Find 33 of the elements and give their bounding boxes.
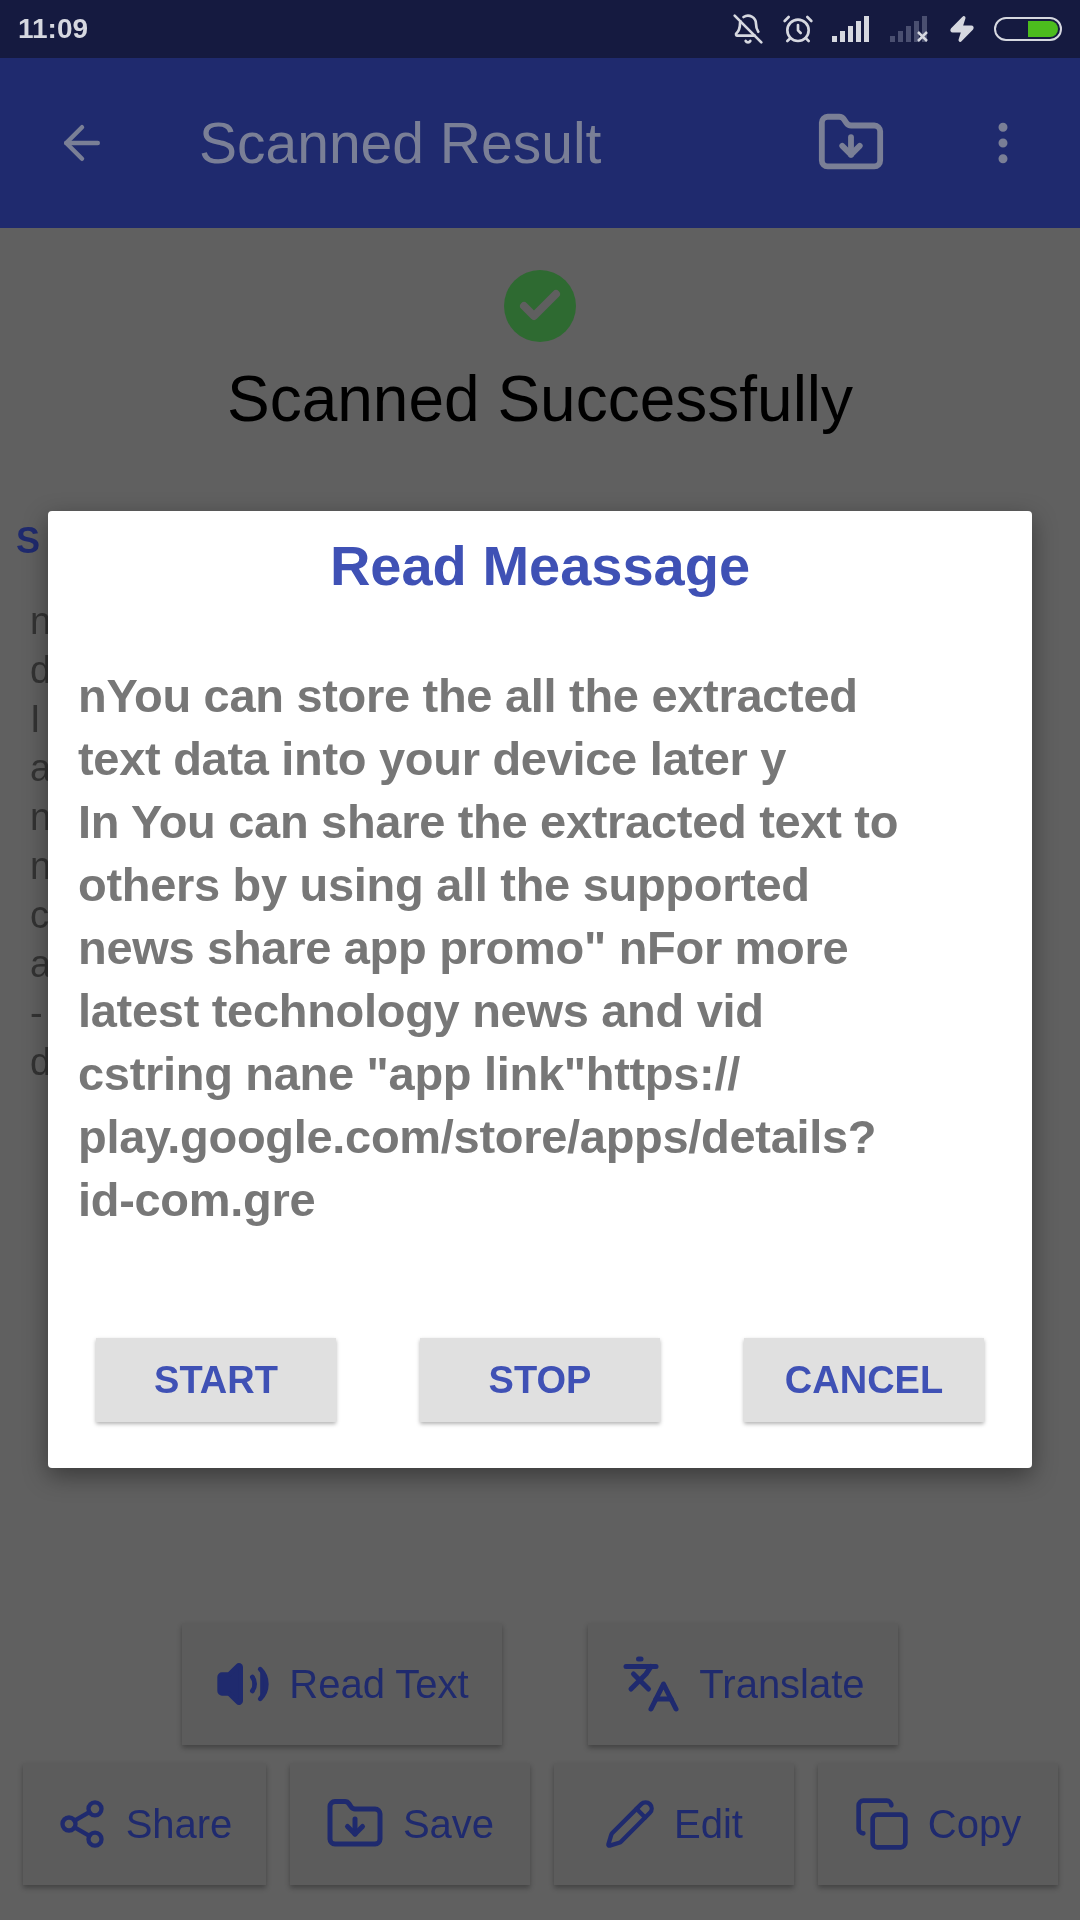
action-button[interactable]: Share xyxy=(22,1763,266,1885)
action-button[interactable]: Copy xyxy=(817,1763,1058,1885)
message-text-line: latest technology news and vid xyxy=(78,983,764,1039)
status-time: 11:09 xyxy=(18,13,89,45)
message-text-line: id-com.gre xyxy=(78,1172,316,1228)
app-bar-title: Scanned Result xyxy=(199,110,603,176)
result-heading: Scanned Successfully xyxy=(226,362,854,436)
dialog-title: Read Meassage xyxy=(329,533,751,598)
charging-icon xyxy=(948,15,976,43)
message-text-line: cstring nane "app link"https:// xyxy=(78,1046,740,1102)
pencil-icon xyxy=(604,1798,657,1850)
result-text: - xyxy=(30,991,43,1036)
translate-icon xyxy=(621,1654,682,1714)
no-signal-icon xyxy=(890,16,930,42)
alarm-icon xyxy=(782,13,814,45)
action-button[interactable]: Translate xyxy=(588,1623,898,1745)
bell-off-icon xyxy=(732,13,764,45)
message-text-line: play.google.com/store/apps/details? xyxy=(78,1109,877,1165)
message-text-line: In You can share the extracted text to xyxy=(78,794,899,850)
battery-icon xyxy=(994,17,1062,41)
message-text-line: text data into your device later y xyxy=(78,731,787,787)
section-title: S xyxy=(16,520,41,562)
dialog-button[interactable]: STOP xyxy=(420,1338,660,1422)
message-text-line: others by using all the supported xyxy=(78,857,810,913)
dialog-button[interactable]: CANCEL xyxy=(744,1338,984,1422)
action-button[interactable]: Save xyxy=(289,1763,530,1885)
message-text-line: news share app promo" nFor more xyxy=(78,920,849,976)
message-text-line: nYou can store the all the extracted xyxy=(78,668,858,724)
action-button[interactable]: Edit xyxy=(553,1763,794,1885)
copy-icon xyxy=(853,1796,910,1852)
action-button[interactable]: Read Text xyxy=(182,1623,502,1745)
dialog-button[interactable]: START xyxy=(96,1338,336,1422)
signal-icon xyxy=(832,16,872,42)
